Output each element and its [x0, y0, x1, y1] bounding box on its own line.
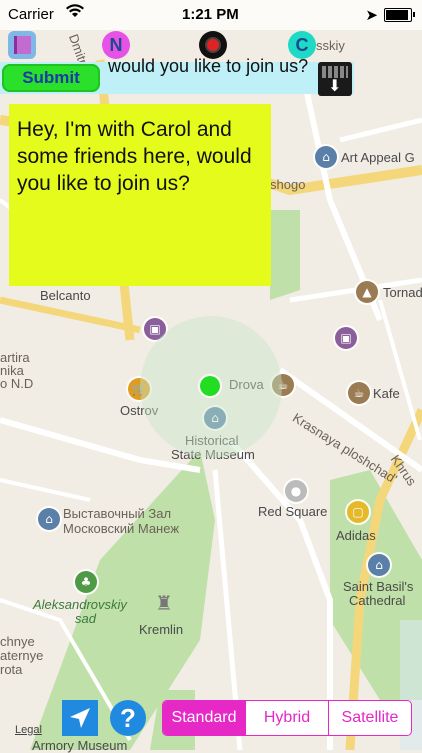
- map-label-manezh: Московский Манеж: [63, 521, 180, 536]
- education-pin-icon[interactable]: ▲: [356, 281, 378, 303]
- map-label-red-square: Red Square: [258, 504, 328, 519]
- n-badge-icon[interactable]: N: [102, 31, 130, 59]
- status-bar: Carrier 1:21 PM ➤: [0, 0, 422, 30]
- map-label-tornado: Tornad: [383, 285, 422, 300]
- carrier-label: Carrier: [8, 6, 54, 23]
- map-label-kafe: Kafe: [373, 386, 400, 401]
- museum-pin-icon[interactable]: ⌂: [368, 554, 390, 576]
- landmark-pin-icon[interactable]: ●: [285, 480, 307, 502]
- camera-icon[interactable]: [199, 31, 227, 59]
- map-label-belcanto: Belcanto: [40, 288, 91, 303]
- wifi-icon: [66, 4, 84, 22]
- help-icon[interactable]: ?: [110, 700, 146, 736]
- map-label-terny: aternye: [0, 648, 44, 663]
- museum-pin-icon[interactable]: ⌂: [38, 508, 60, 530]
- legal-link[interactable]: Legal: [15, 724, 42, 736]
- segment-hybrid[interactable]: Hybrid: [245, 701, 328, 735]
- navigation-arrow-icon[interactable]: [62, 700, 98, 736]
- map-label-aleksandrovskiy: Aleksandrovskiy: [33, 597, 127, 612]
- map-type-segmented-control: Standard Hybrid Satellite: [162, 700, 412, 736]
- map-label-rota: rota: [0, 662, 23, 677]
- map-label-shogo: shogo: [270, 177, 306, 192]
- keyboard-dismiss-icon[interactable]: [318, 62, 352, 96]
- segment-standard[interactable]: Standard: [163, 701, 245, 735]
- map-label-art-appeal: Art Appeal G: [341, 150, 415, 165]
- location-services-icon: ➤: [365, 7, 378, 24]
- park-pin-icon[interactable]: ♣: [75, 571, 97, 593]
- map-label-sskiy: sskiy: [316, 38, 345, 53]
- map-label-sad: sad: [75, 611, 96, 626]
- battery-icon: [384, 8, 415, 22]
- store-pin-icon[interactable]: ▢: [347, 501, 369, 523]
- museum-pin-icon[interactable]: ⌂: [315, 146, 337, 168]
- map-label-armory: Armory Museum: [32, 738, 128, 753]
- message-input-preview[interactable]: would you like to join us?: [108, 56, 318, 76]
- submit-button[interactable]: Submit: [2, 64, 100, 92]
- clock-label: 1:21 PM: [182, 6, 239, 23]
- kremlin-tower-icon[interactable]: ♜: [153, 591, 175, 615]
- cafe-pin-icon[interactable]: ☕: [348, 382, 370, 404]
- c-badge-icon[interactable]: C: [288, 31, 316, 59]
- metro-pin-icon[interactable]: ▣: [335, 327, 357, 349]
- map-label-chnye: chnye: [0, 634, 35, 649]
- map-label-nod: o N.D: [0, 376, 34, 391]
- book-icon[interactable]: [8, 31, 36, 59]
- map-label-adidas: Adidas: [336, 528, 376, 543]
- map-label-cathedral: Cathedral: [349, 593, 406, 608]
- map-label-saint-basils: Saint Basil's: [343, 579, 414, 594]
- map-label-kremlin: Kremlin: [139, 622, 184, 637]
- map-label-vystavochny: Выставочный Зал: [63, 506, 172, 521]
- segment-satellite[interactable]: Satellite: [328, 701, 411, 735]
- speech-bubble-text: Hey, I'm with Carol and some friends her…: [9, 104, 271, 286]
- user-location-dot[interactable]: [200, 376, 220, 396]
